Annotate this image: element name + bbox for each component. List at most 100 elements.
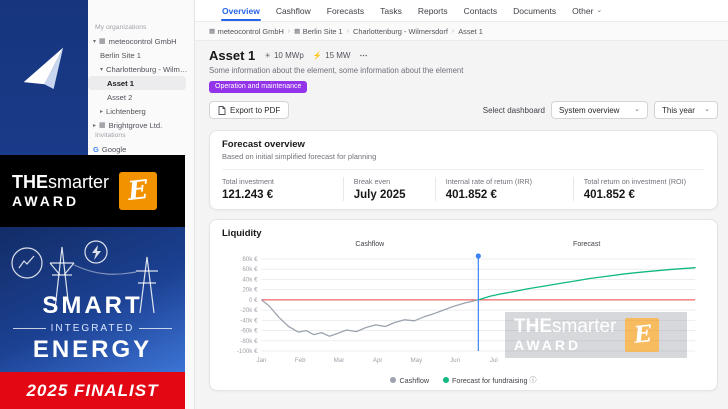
svg-text:Apr: Apr: [373, 357, 383, 364]
page-title: Asset 1: [209, 48, 256, 63]
screenshot-root: My organizations ▾ ▦ meteocontrol GmbH Berli…: [0, 0, 728, 409]
stat-break-even: Break even July 2025: [342, 177, 435, 201]
svg-text:40k €: 40k €: [242, 276, 258, 283]
award-brand-text: THEsmarter AWARD: [12, 173, 109, 209]
breadcrumb-item-asset-1[interactable]: Asset 1: [458, 27, 483, 36]
building-icon: ▦: [99, 38, 106, 45]
sidebar-item-lichtenberg[interactable]: ▸ Lichtenberg: [88, 104, 194, 118]
svg-text:May: May: [411, 357, 424, 364]
watermark-smarter: smarter: [552, 316, 617, 337]
chevron-down-icon: ▾: [100, 66, 104, 73]
breadcrumb-separator: ›: [346, 27, 349, 35]
award-line-energy: ENERGY: [32, 335, 153, 363]
watermark-award: AWARD: [514, 336, 582, 353]
chart-legend: Cashflow Forecast for fundraising ⓘ: [222, 375, 705, 385]
brand-smarter: smarter: [48, 172, 110, 193]
forecast-card-title: Forecast overview: [222, 139, 305, 150]
breadcrumb-separator: ›: [287, 27, 291, 35]
sidebar-item-meteocontrol-gmbh[interactable]: ▾ ▦ meteocontrol GmbH: [88, 34, 194, 48]
chevron-down-icon: ⌄: [634, 106, 640, 113]
award-watermark: THEsmarter AWARD E: [505, 312, 687, 358]
liquidity-card-title: Liquidity: [222, 228, 262, 239]
award-line-integrated: INTEGRATED: [8, 323, 177, 334]
award-artwork: SMART INTEGRATED ENERGY: [0, 227, 185, 372]
select-dashboard-label: Select dashboard: [482, 105, 545, 115]
sidebar-item-google[interactable]: G Google: [88, 142, 194, 156]
tab-documents[interactable]: Documents: [506, 0, 563, 21]
dashboard-select-value: System overview: [559, 105, 620, 115]
forecast-stats: Total investment 121.243 € Break even July …: [222, 169, 705, 201]
legend-dot-icon: [390, 377, 397, 383]
asset-specs: ☀ 10 MWp ⚡ 15 MW ⋯: [264, 51, 368, 60]
watermark-brand-text: THEsmarter AWARD: [514, 317, 616, 353]
legend-forecast-for-fundraising: Forecast for fundraising ⓘ: [443, 375, 537, 385]
svg-text:80k €: 80k €: [242, 256, 258, 263]
toolbar: Export to PDF Select dashboard System ov…: [209, 101, 718, 119]
export-pdf-label: Export to PDF: [230, 105, 281, 115]
grid-icon: ⚡: [312, 51, 323, 60]
tab-cashflow[interactable]: Cashflow: [269, 0, 318, 21]
sidebar-item-asset-1[interactable]: Asset 1: [88, 76, 186, 90]
award-line-smart: SMART: [42, 292, 143, 320]
period-select[interactable]: This year ⌄: [654, 101, 718, 119]
export-pdf-button[interactable]: Export to PDF: [209, 101, 290, 119]
sidebar-item-brightgrove-ltd[interactable]: ▸ ▦ Brightgrove Ltd.: [88, 118, 194, 132]
chart-region-cashflow-label: Cashflow: [355, 241, 385, 248]
chevron-down-icon: ⌄: [704, 106, 710, 113]
svg-text:-80k €: -80k €: [240, 338, 258, 345]
breadcrumb-item-meteocontrol-gmbh[interactable]: ▦ meteocontrol GmbH: [209, 27, 284, 36]
award-finalist-banner: 2025 FINALIST: [0, 372, 185, 409]
smarter-e-logo-watermark: E: [625, 317, 660, 352]
sidebar-item-charlottenburg-wilme[interactable]: ▾ Charlottenburg - Wilme...: [88, 62, 194, 76]
tab-reports[interactable]: Reports: [411, 0, 455, 21]
building-icon: ▦: [209, 28, 216, 35]
chevron-down-icon: ⌄: [596, 6, 603, 14]
tab-other[interactable]: Other ⌄: [565, 0, 609, 21]
tab-contacts[interactable]: Contacts: [457, 0, 505, 21]
sidebar-item-berlin-site-1[interactable]: Berlin Site 1: [88, 48, 194, 62]
award-banner: THEsmarter AWARD E SMART INTEGRATED ENER…: [0, 155, 185, 409]
svg-text:-40k €: -40k €: [240, 317, 258, 324]
svg-text:Mar: Mar: [334, 357, 345, 364]
breadcrumb-item-charlottenburg-wilmersdorf[interactable]: Charlottenburg - Wilmersdorf: [353, 27, 448, 36]
chart-region-labels: Cashflow Forecast: [222, 241, 705, 251]
period-select-value: This year: [662, 105, 695, 115]
asset-description: Some information about the element, some…: [209, 66, 464, 75]
tab-forecasts[interactable]: Forecasts: [320, 0, 371, 21]
paper-plane-logo: [23, 47, 64, 89]
liquidity-card: Liquidity Cashflow Forecast 80k € 60k € 40…: [209, 219, 718, 391]
forecast-card-subtitle: Based on initial simplified forecast for…: [222, 152, 377, 161]
dashboard-select[interactable]: System overview ⌄: [551, 101, 648, 119]
breadcrumb-separator: ›: [451, 27, 455, 35]
svg-text:0 €: 0 €: [249, 297, 258, 304]
stat-total-investment: Total investment 121.243 €: [222, 177, 274, 201]
stat-total-return-on-investment-roi: Total return on investment (ROI) 401.852 …: [572, 177, 705, 201]
brand-the: THE: [12, 172, 48, 193]
google-icon: G: [93, 144, 99, 154]
award-logo: THEsmarter AWARD E: [0, 155, 185, 227]
chart-region-forecast-label: Forecast: [573, 241, 601, 248]
legend-dot-icon: [443, 377, 450, 383]
svg-text:Jun: Jun: [450, 357, 461, 364]
svg-text:-20k €: -20k €: [240, 307, 258, 314]
sidebar-item-asset-2[interactable]: Asset 2: [88, 90, 194, 104]
status-badge: Operation and maintenance: [209, 81, 308, 93]
sidebar-section-label: Invitations: [95, 132, 126, 139]
breadcrumb-item-berlin-site-1[interactable]: ▦ Berlin Site 1: [294, 27, 343, 36]
award-finalist-text: 2025 FINALIST: [26, 380, 159, 400]
forecast-card: Forecast overview Based on initial simpl…: [209, 130, 718, 210]
more-icon[interactable]: ⋯: [359, 51, 368, 60]
spec-15-mw: ⚡ 15 MW: [312, 51, 351, 60]
sidebar-section-label: My organizations: [95, 24, 147, 31]
brand-award: AWARD: [12, 192, 80, 209]
chevron-right-icon: ▸: [93, 122, 97, 129]
tab-overview[interactable]: Overview: [215, 0, 267, 21]
svg-text:Feb: Feb: [295, 357, 306, 364]
title-row: Asset 1 ☀ 10 MWp ⚡ 15 MW ⋯: [209, 48, 718, 63]
svg-text:Jan: Jan: [257, 357, 268, 364]
info-icon[interactable]: ⓘ: [530, 375, 537, 385]
tab-tasks[interactable]: Tasks: [373, 0, 409, 21]
chevron-right-icon: ▸: [100, 108, 104, 115]
pdf-icon: [218, 105, 226, 115]
spec-10-mwp: ☀ 10 MWp: [264, 51, 304, 60]
